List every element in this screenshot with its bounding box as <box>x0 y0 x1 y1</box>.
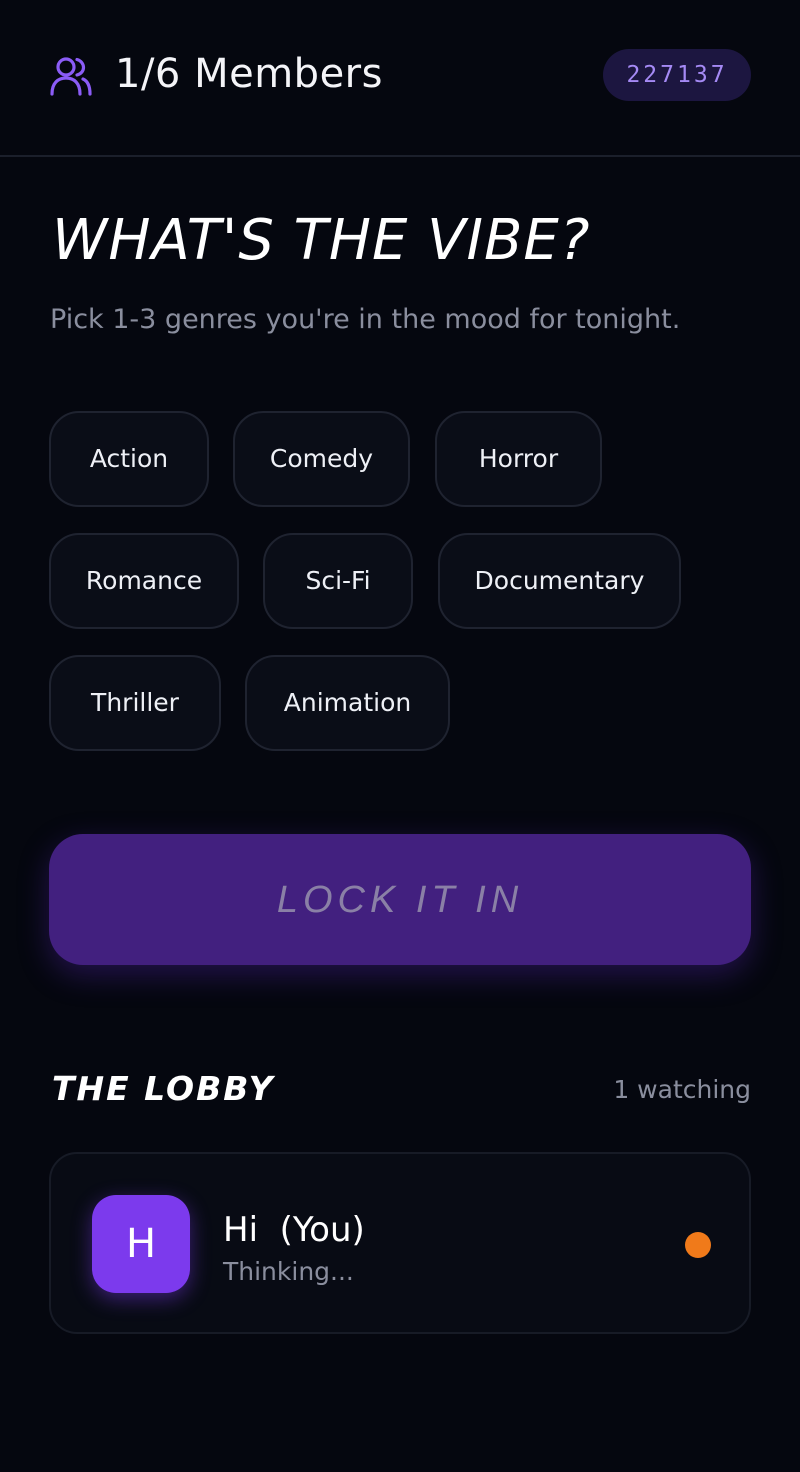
page-subtitle: Pick 1-3 genres you're in the mood for t… <box>50 304 681 335</box>
lobby-member-card: H Hi (You) Thinking... <box>49 1152 751 1334</box>
lock-it-in-button[interactable]: LOCK IT IN <box>49 834 751 965</box>
genre-chip-horror[interactable]: Horror <box>435 411 602 507</box>
genre-chip-action[interactable]: Action <box>49 411 209 507</box>
genre-chip-documentary[interactable]: Documentary <box>438 533 681 629</box>
users-icon <box>50 56 92 96</box>
members-count: 1/6 Members <box>115 51 383 97</box>
genre-chip-thriller[interactable]: Thriller <box>49 655 221 751</box>
page-title: WHAT'S THE VIBE? <box>52 208 591 273</box>
lobby-title: THE LOBBY <box>52 1069 275 1108</box>
lobby-watching-count: 1 watching <box>613 1075 751 1104</box>
room-code-badge[interactable]: 227137 <box>603 49 751 101</box>
genre-chip-sci-fi[interactable]: Sci-Fi <box>263 533 413 629</box>
status-dot-icon <box>685 1232 711 1258</box>
genre-chip-romance[interactable]: Romance <box>49 533 239 629</box>
genre-chip-comedy[interactable]: Comedy <box>233 411 410 507</box>
avatar: H <box>92 1195 190 1293</box>
top-bar: 1/6 Members 227137 <box>0 0 800 157</box>
genre-chip-animation[interactable]: Animation <box>245 655 450 751</box>
member-name: Hi (You) <box>223 1210 365 1250</box>
member-status: Thinking... <box>223 1257 354 1286</box>
